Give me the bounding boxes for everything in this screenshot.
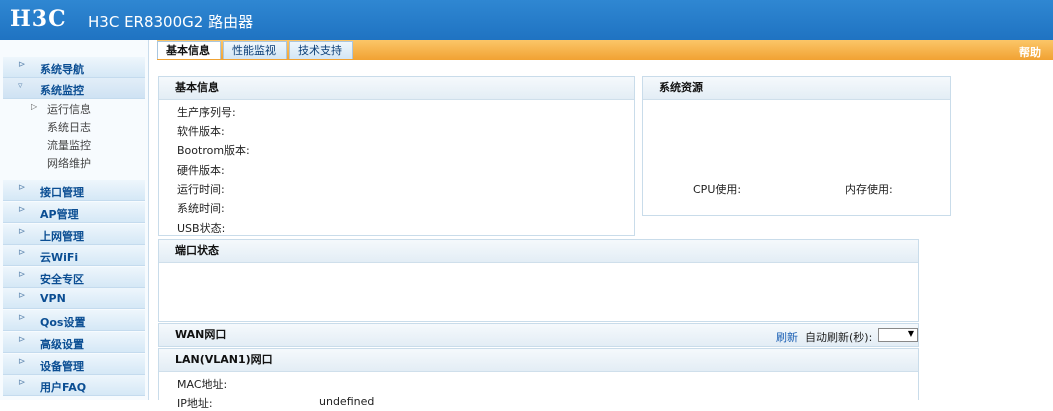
nav-label: VPN: [40, 292, 66, 305]
nav-qos-settings[interactable]: ⊳ Qos设置: [3, 310, 145, 331]
auto-refresh-label: 自动刷新(秒):: [805, 331, 873, 344]
subnav-system-log[interactable]: 系统日志: [47, 119, 91, 135]
nav-label: 用户FAQ: [40, 381, 87, 394]
nav-label: 设备管理: [40, 360, 84, 373]
nav-label: AP管理: [40, 208, 79, 221]
auto-refresh-select[interactable]: ▼: [878, 328, 918, 342]
subnav-run-info[interactable]: 运行信息: [47, 101, 91, 117]
mac-address-label: MAC地址:: [177, 378, 228, 391]
nav-label: 高级设置: [40, 338, 84, 351]
nav-security-zone[interactable]: ⊳ 安全专区: [3, 267, 145, 288]
current-item-arrow-icon: ▷: [31, 102, 38, 111]
nav-system-monitor[interactable]: ▿ 系统监控: [3, 78, 145, 99]
sidebar-nav: ⊳ 系统导航 ▿ 系统监控 ▷ 运行信息 系统日志 流量监控 网络维护 ⊳ 接口…: [0, 40, 149, 400]
expand-arrow-icon: ⊳: [18, 60, 26, 70]
system-resources-panel: 系统资源 CPU使用: 内存使用:: [642, 76, 951, 216]
serial-number-label: 生产序列号:: [177, 106, 236, 119]
expand-arrow-icon: ⊳: [18, 183, 26, 193]
h3c-logo: H3C: [10, 6, 67, 32]
dropdown-arrow-icon: ▼: [907, 329, 914, 338]
expand-arrow-icon: ⊳: [18, 248, 26, 258]
nav-label: 云WiFi: [40, 251, 79, 264]
expand-arrow-icon: ⊳: [18, 313, 26, 323]
nav-ap-management[interactable]: ⊳ AP管理: [3, 202, 145, 223]
tab-tech-support[interactable]: 技术支持: [289, 41, 353, 59]
tab-bar: 基本信息 性能监视 技术支持 帮助: [157, 40, 1053, 60]
expand-arrow-icon: ⊳: [18, 227, 26, 237]
nav-system-navigation[interactable]: ⊳ 系统导航: [3, 57, 145, 78]
nav-label: 上网管理: [40, 230, 84, 243]
nav-label: 系统导航: [40, 63, 84, 76]
nav-label: 安全专区: [40, 273, 84, 286]
cpu-usage-label: CPU使用:: [693, 183, 742, 196]
expand-arrow-icon: ⊳: [18, 378, 26, 388]
panel-title: LAN(VLAN1)网口: [159, 349, 918, 372]
subnav-traffic-monitor[interactable]: 流量监控: [47, 137, 91, 153]
usb-status-label: USB状态:: [177, 222, 226, 235]
hardware-version-label: 硬件版本:: [177, 164, 225, 177]
panel-title: 基本信息: [159, 77, 634, 100]
nav-internet-management[interactable]: ⊳ 上网管理: [3, 224, 145, 245]
nav-interface-management[interactable]: ⊳ 接口管理: [3, 180, 145, 201]
expand-arrow-icon: ⊳: [18, 291, 26, 301]
wan-panel: WAN网口 刷新 自动刷新(秒): ▼: [158, 323, 919, 347]
collapse-arrow-icon: ▿: [18, 81, 23, 91]
basic-info-panel: 基本信息 生产序列号: 软件版本: Bootrom版本: 硬件版本: 运行时间:…: [158, 76, 635, 236]
nav-vpn[interactable]: ⊳ VPN: [3, 288, 145, 309]
ip-address-label: IP地址:: [177, 397, 213, 410]
app-header: H3C H3C ER8300G2 路由器: [0, 0, 1053, 40]
help-link[interactable]: 帮助: [1019, 44, 1041, 60]
expand-arrow-icon: ⊳: [18, 205, 26, 215]
nav-user-faq[interactable]: ⊳ 用户FAQ: [3, 375, 145, 396]
port-status-panel: 端口状态: [158, 239, 919, 322]
nav-label: 系统监控: [40, 84, 84, 97]
tab-basic-info[interactable]: 基本信息: [157, 41, 221, 59]
panel-title: 系统资源: [643, 77, 950, 100]
lan-panel: LAN(VLAN1)网口 MAC地址: IP地址: undefined: [158, 348, 919, 410]
bootrom-version-label: Bootrom版本:: [177, 144, 250, 157]
expand-arrow-icon: ⊳: [18, 357, 26, 367]
tab-performance-monitor[interactable]: 性能监视: [223, 41, 287, 59]
nav-cloud-wifi[interactable]: ⊳ 云WiFi: [3, 245, 145, 266]
expand-arrow-icon: ⊳: [18, 270, 26, 280]
nav-advanced-settings[interactable]: ⊳ 高级设置: [3, 332, 145, 353]
nav-label: Qos设置: [40, 316, 86, 329]
system-time-label: 系统时间:: [177, 202, 225, 215]
uptime-label: 运行时间:: [177, 183, 225, 196]
memory-usage-label: 内存使用:: [845, 183, 893, 196]
refresh-link[interactable]: 刷新: [776, 329, 798, 345]
ip-address-value: undefined: [319, 395, 375, 408]
nav-device-management[interactable]: ⊳ 设备管理: [3, 354, 145, 375]
subnav-network-maintenance[interactable]: 网络维护: [47, 155, 91, 171]
router-title: H3C ER8300G2 路由器: [88, 13, 254, 31]
expand-arrow-icon: ⊳: [18, 335, 26, 345]
panel-title: 端口状态: [159, 240, 918, 263]
software-version-label: 软件版本:: [177, 125, 225, 138]
nav-label: 接口管理: [40, 186, 84, 199]
